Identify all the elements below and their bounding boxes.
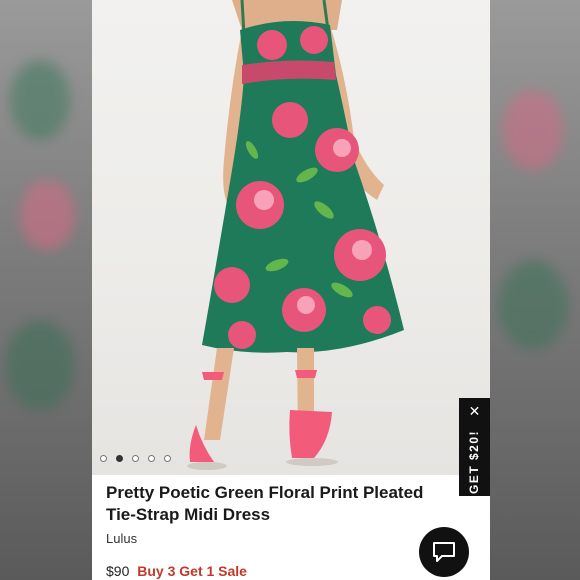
product-photo[interactable] (92, 0, 490, 475)
price-row: $90 Buy 3 Get 1 Sale (106, 563, 247, 579)
product-title: Pretty Poetic Green Floral Print Pleated… (106, 483, 424, 524)
carousel-dot-active[interactable] (116, 455, 123, 462)
chat-icon (433, 542, 455, 562)
close-icon[interactable]: ✕ (468, 404, 481, 418)
carousel-dot[interactable] (100, 455, 107, 462)
promo-tab-label[interactable]: GET $20! (467, 430, 481, 494)
carousel-dot[interactable] (132, 455, 139, 462)
product-brand[interactable]: Lulus (106, 531, 137, 546)
carousel-dot[interactable] (148, 455, 155, 462)
blurred-background-left (0, 0, 92, 580)
carousel-dots (100, 455, 171, 462)
promo-link[interactable]: Buy 3 Get 1 Sale (137, 563, 247, 579)
dress-illustration (187, 0, 404, 470)
carousel-dot[interactable] (164, 455, 171, 462)
blurred-background-right (488, 0, 580, 580)
product-card: ✕ GET $20! Pretty Poetic Green Floral Pr… (92, 0, 490, 580)
product-price: $90 (106, 563, 130, 579)
get-20-promo-tab[interactable]: ✕ GET $20! (459, 398, 490, 496)
chat-button[interactable] (419, 527, 469, 577)
